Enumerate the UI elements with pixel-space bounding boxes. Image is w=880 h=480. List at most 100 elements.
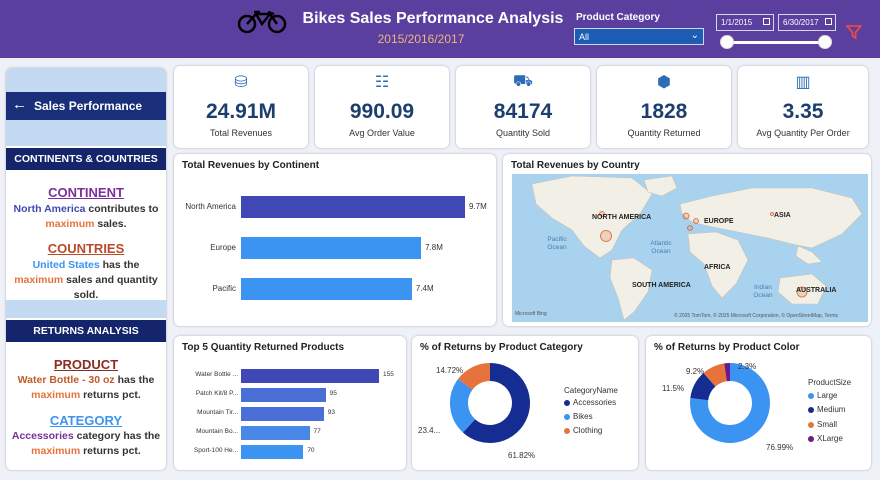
kpi-label: Quantity Returned <box>627 128 701 138</box>
bar[interactable] <box>241 426 310 440</box>
legend-label: Accessories <box>573 398 617 407</box>
map-title: Total Revenues by Country <box>511 160 640 171</box>
legend-item-small[interactable]: Small <box>808 420 837 429</box>
donut-data-label: 2.3% <box>738 362 757 371</box>
legend-item-xlarge[interactable]: XLarge <box>808 434 843 443</box>
product-insight: Water Bottle - 30 oz has the maximum ret… <box>10 373 162 403</box>
category-text-part: category has the <box>73 430 161 442</box>
category-name: Accessories <box>11 430 74 442</box>
date-end-value: 6/30/2017 <box>783 18 819 27</box>
kpi-value: 84174 <box>493 100 553 123</box>
sidebar-band <box>6 120 166 146</box>
continent-insight: North America contributes to maximum sal… <box>10 202 162 232</box>
bar-category-label: Mountain Tir... <box>197 409 238 416</box>
bar-category-label: Sport-100 He... <box>193 447 238 454</box>
country-name: United States <box>32 259 100 271</box>
color-donut-chart <box>690 363 770 443</box>
legend-label: XLarge <box>817 434 843 443</box>
bar[interactable] <box>241 196 465 218</box>
legend-label: Medium <box>817 405 846 414</box>
filter-icon[interactable] <box>846 24 862 40</box>
map-label-asia: ASIA <box>774 212 791 219</box>
bar-category-label: Water Bottle ... <box>195 371 238 378</box>
bar-category-label: Europe <box>210 243 236 252</box>
legend-label: Bikes <box>573 412 593 421</box>
legend-label: Clothing <box>573 426 603 435</box>
continent-heading: CONTINENT <box>48 185 124 200</box>
product-name: Water Bottle - 30 oz <box>17 374 115 386</box>
date-start-input[interactable]: 1/1/2015 <box>716 14 774 31</box>
calendar-icon <box>825 18 832 25</box>
bar-value-label: 7.4M <box>415 284 434 293</box>
date-slider-track[interactable] <box>726 41 826 44</box>
category-text-end: returns pct. <box>80 445 141 457</box>
date-start-value: 1/1/2015 <box>721 18 753 27</box>
bar-value-label: 9.7M <box>469 202 487 211</box>
category-insight: Accessories category has the maximum ret… <box>10 429 162 459</box>
bar[interactable] <box>241 278 412 300</box>
legend-item-accessories[interactable]: Accessories <box>564 398 616 407</box>
legend-item-clothing[interactable]: Clothing <box>564 426 602 435</box>
continent-name: North America <box>13 203 86 215</box>
bar-category-label: Patch Kit/8 P... <box>195 390 238 397</box>
donut-slice[interactable] <box>690 372 716 401</box>
world-map[interactable]: NORTH AMERICA EUROPE ASIA AFRICA SOUTH A… <box>512 174 868 322</box>
bar[interactable] <box>241 388 326 402</box>
legend-item-large[interactable]: Large <box>808 391 837 400</box>
box-icon: ⬢ <box>657 74 671 91</box>
legend-item-bikes[interactable]: Bikes <box>564 412 593 421</box>
kpi-value: 24.91M <box>205 100 277 123</box>
bar[interactable] <box>241 407 324 421</box>
bar-value-label: 155 <box>383 371 394 378</box>
bar[interactable] <box>241 369 379 383</box>
product-category-value: All <box>579 32 590 42</box>
product-text-end: returns pct. <box>80 389 141 401</box>
bar-value-label: 70 <box>307 447 315 454</box>
bar-category-label: Mountain Bo... <box>196 428 238 435</box>
money-icon: ⛁ <box>234 74 248 91</box>
category-heading: CATEGORY <box>49 413 123 428</box>
map-attribution[interactable]: © 2025 TomTom, © 2025 Microsoft Corporat… <box>674 313 838 319</box>
chart-title: Total Revenues by Continent <box>182 160 320 171</box>
donut-slice[interactable] <box>703 363 728 387</box>
date-slider-end-handle[interactable] <box>818 35 832 49</box>
bar[interactable] <box>241 237 422 259</box>
donut-data-label: 9.2% <box>686 367 705 376</box>
countries-heading: COUNTRIES <box>47 241 125 256</box>
map-label-north-america: NORTH AMERICA <box>592 214 652 221</box>
countries-text-part: has the <box>99 259 140 271</box>
bar[interactable] <box>241 445 304 459</box>
product-category-dropdown[interactable]: All ⌄ <box>574 28 704 45</box>
kpi-label: Avg Quantity Per Order <box>756 128 850 138</box>
map-label-south-america: SOUTH AMERICA <box>632 282 691 289</box>
continent-text-part: contributes to <box>85 203 159 215</box>
sidebar-band <box>6 300 166 318</box>
kpi-label: Total Revenues <box>209 128 273 138</box>
legend-title: ProductSize <box>808 378 852 387</box>
date-slider-start-handle[interactable] <box>720 35 734 49</box>
legend-item-medium[interactable]: Medium <box>808 405 845 414</box>
product-category-label: Product Category <box>576 12 660 23</box>
nav-label: Sales Performance <box>34 99 143 113</box>
kpi-value: 990.09 <box>349 100 415 123</box>
continent-emphasis: maximum <box>45 218 95 230</box>
donut-slice[interactable] <box>458 363 491 391</box>
legend-title: CategoryName <box>564 386 618 395</box>
product-heading: PRODUCT <box>53 357 119 372</box>
countries-insight: United States has the maximum sales and … <box>10 258 162 303</box>
dashboard-subtitle: 2015/2016/2017 <box>377 32 465 46</box>
date-end-input[interactable]: 6/30/2017 <box>778 14 836 31</box>
donut-data-label: 11.5% <box>662 384 685 393</box>
chart-title: Top 5 Quantity Returned Products <box>182 342 345 353</box>
kpi-card-quantity-sold: ⛟ 84174 Quantity Sold <box>456 66 590 148</box>
map-label-europe: EUROPE <box>704 218 734 225</box>
clipboard-icon: ☷ <box>374 74 390 91</box>
donut-slice[interactable] <box>450 378 476 433</box>
kpi-value: 3.35 <box>782 100 824 123</box>
sidebar-top-band <box>6 68 166 92</box>
map-label-australia: AUSTRALIA <box>796 287 837 294</box>
sales-performance-nav-button[interactable]: ← Sales Performance <box>6 92 166 120</box>
bar-category-label: North America <box>185 202 236 211</box>
kpi-card-avg-quantity-per-order: ▥ 3.35 Avg Quantity Per Order <box>738 66 868 148</box>
legend-label: Small <box>817 420 838 429</box>
